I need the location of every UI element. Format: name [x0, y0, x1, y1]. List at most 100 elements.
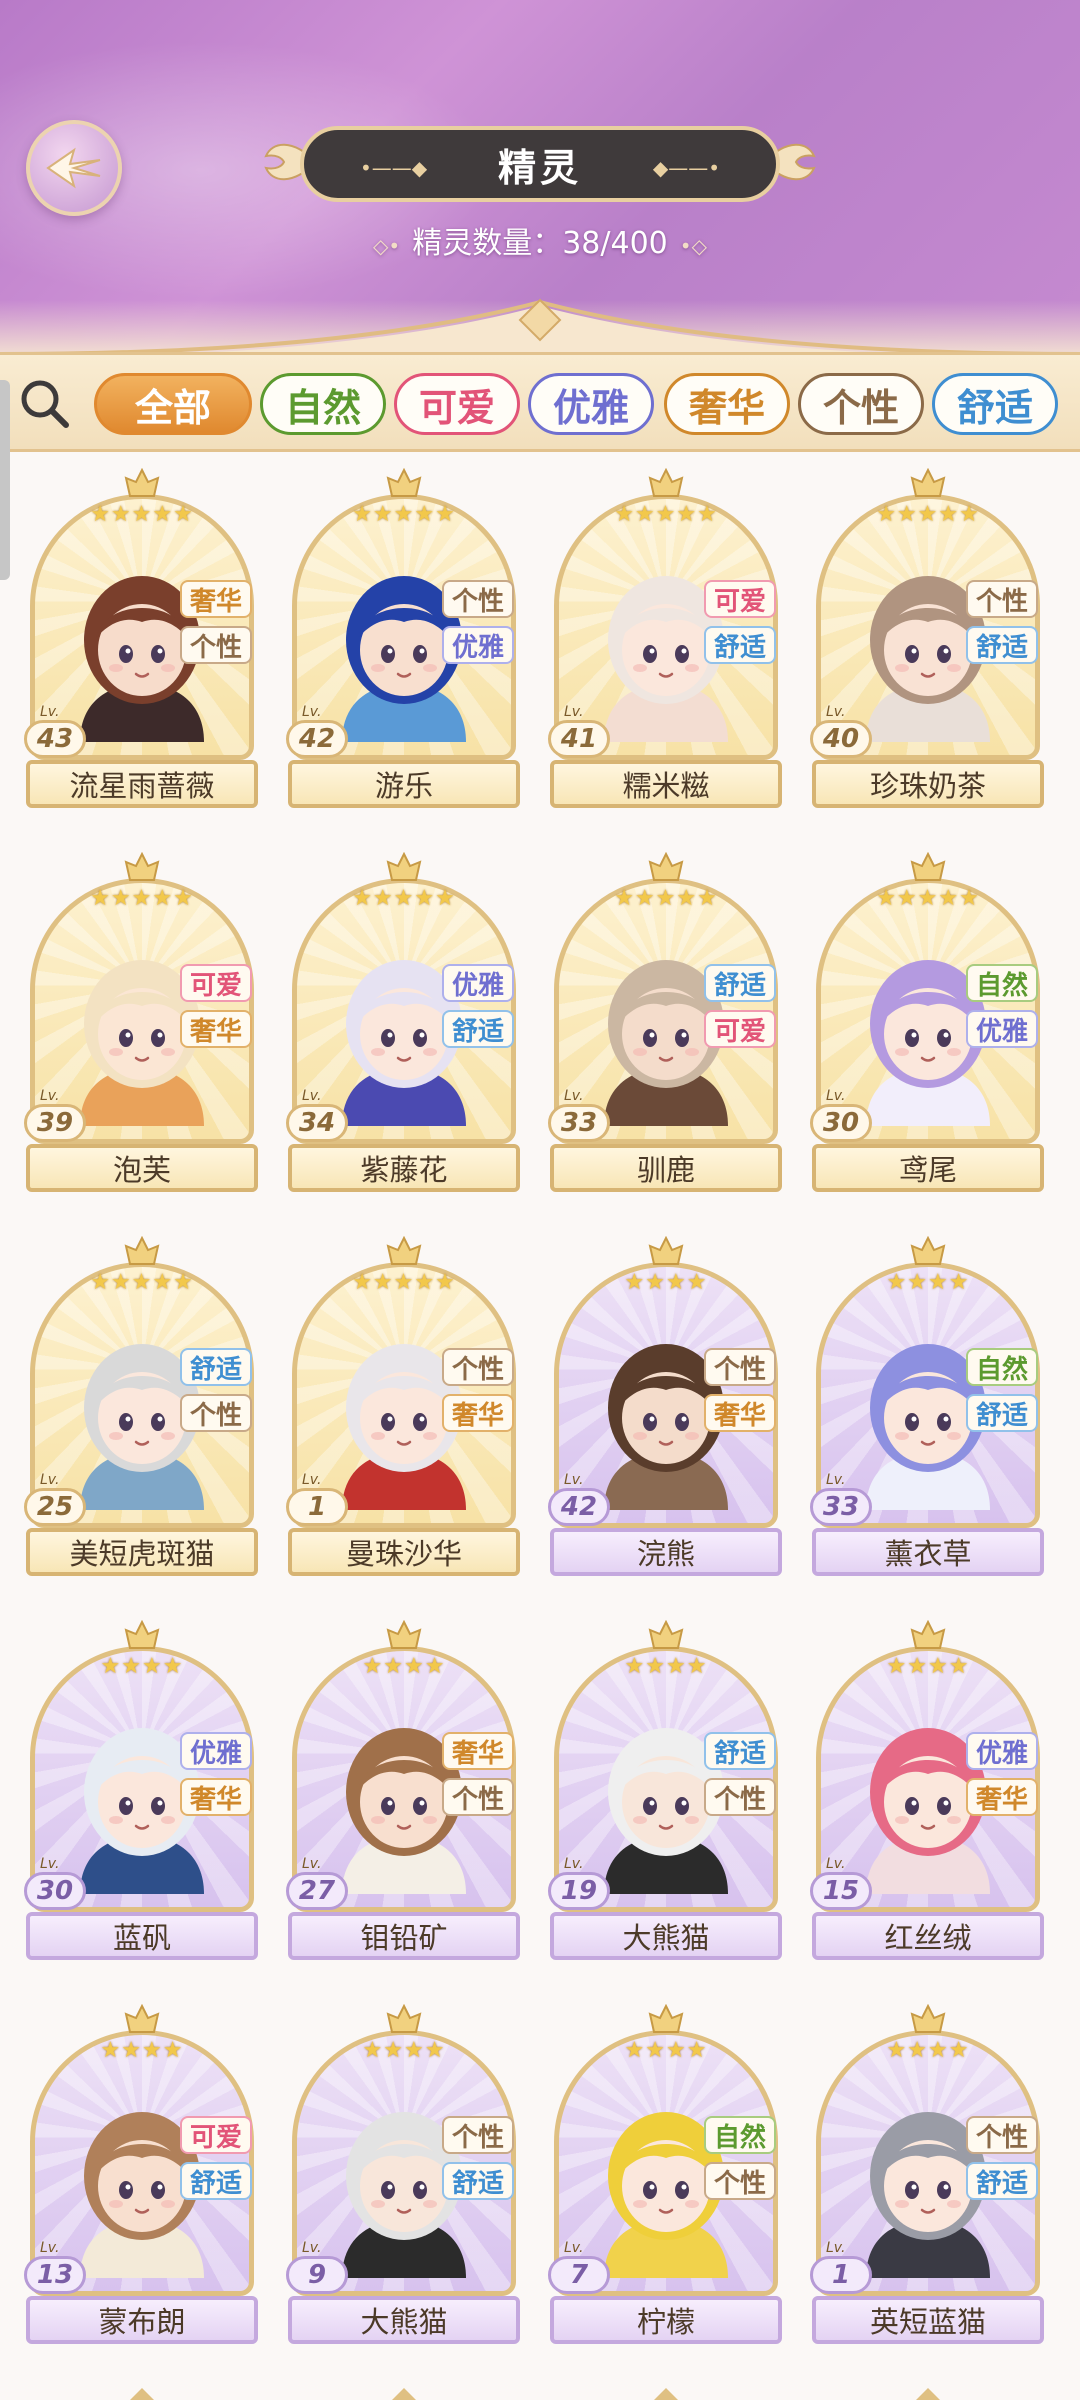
spirit-card[interactable]: ★★★★ 舒适 个性 Lv. 19 大熊猫	[548, 1620, 782, 1962]
style-tag: 优雅	[966, 1010, 1038, 1048]
style-tag: 舒适	[180, 1348, 252, 1386]
level-badge: 42	[548, 1488, 610, 1526]
spirit-name: 泡芙	[26, 1144, 258, 1192]
title-right-ornament: ◆——•	[652, 156, 720, 180]
spirit-name: 流星雨蔷薇	[26, 760, 258, 808]
level-prefix: Lv.	[302, 1088, 322, 1104]
style-tag: 舒适	[704, 964, 776, 1002]
spirit-card[interactable]: ★★★★★ 自然 优雅 Lv. 30 鸢尾	[810, 852, 1044, 1194]
level-badge: 33	[810, 1488, 872, 1526]
level-prefix: Lv.	[826, 2240, 846, 2256]
level-prefix: Lv.	[302, 2240, 322, 2256]
next-row-crowns	[130, 2388, 940, 2400]
style-tag: 舒适	[966, 2162, 1038, 2200]
spirit-card[interactable]: ★★★★ 可爱 舒适 Lv. 13 蒙布朗	[24, 2004, 258, 2346]
star-rating: ★★★★	[362, 2038, 446, 2063]
filter-chip[interactable]: 舒适	[932, 373, 1058, 435]
style-tag: 舒适	[442, 1010, 514, 1048]
style-tag: 个性	[704, 1348, 776, 1386]
star-rating: ★★★★★	[352, 1270, 456, 1295]
level-prefix: Lv.	[564, 704, 584, 720]
star-rating: ★★★★	[886, 1654, 970, 1679]
star-rating: ★★★★	[624, 1270, 708, 1295]
side-pull-tab[interactable]	[0, 380, 10, 580]
card-crown-icon	[910, 1236, 946, 1265]
spirit-card[interactable]: ★★★★ 个性 奢华 Lv. 42 浣熊	[548, 1236, 782, 1578]
spirit-card[interactable]: ★★★★ 自然 个性 Lv. 7 柠檬	[548, 2004, 782, 2346]
style-tag: 个性	[442, 580, 514, 618]
style-tag: 个性	[180, 1394, 252, 1432]
spirit-name: 浣熊	[550, 1528, 782, 1576]
style-tag: 奢华	[442, 1732, 514, 1770]
card-crown-icon	[648, 852, 684, 881]
spirit-card[interactable]: ★★★★★ 奢华 个性 Lv. 43 流星雨蔷薇	[24, 468, 258, 810]
back-button[interactable]	[26, 120, 122, 216]
spirit-card[interactable]: ★★★★★ 优雅 舒适 Lv. 34 紫藤花	[286, 852, 520, 1194]
level-badge: 43	[24, 720, 86, 758]
card-crown-icon	[124, 1620, 160, 1649]
level-prefix: Lv.	[302, 1856, 322, 1872]
star-rating: ★★★★★	[876, 502, 980, 527]
spirit-name: 游乐	[288, 760, 520, 808]
style-tag: 可爱	[704, 1010, 776, 1048]
search-button[interactable]	[14, 373, 74, 433]
level-badge: 25	[24, 1488, 86, 1526]
style-tag: 个性	[442, 1348, 514, 1386]
spirit-card[interactable]: ★★★★ 个性 舒适 Lv. 9 大熊猫	[286, 2004, 520, 2346]
card-crown-icon	[910, 852, 946, 881]
filter-chip[interactable]: 奢华	[664, 373, 790, 435]
count-right-ornament: •◇	[679, 234, 707, 258]
level-prefix: Lv.	[40, 704, 60, 720]
spirit-card[interactable]: ★★★★★ 个性 优雅 Lv. 42 游乐	[286, 468, 520, 810]
style-tag: 自然	[966, 964, 1038, 1002]
star-rating: ★★★★★	[90, 502, 194, 527]
level-badge: 30	[810, 1104, 872, 1142]
style-tag: 舒适	[966, 626, 1038, 664]
card-crown-icon	[386, 1620, 422, 1649]
card-crown-icon	[124, 2004, 160, 2033]
style-tag: 可爱	[180, 2116, 252, 2154]
filter-chip[interactable]: 优雅	[528, 373, 654, 435]
filter-chip[interactable]: 全部	[94, 373, 252, 435]
spirit-card[interactable]: ★★★★★ 舒适 可爱 Lv. 33 驯鹿	[548, 852, 782, 1194]
spirit-count: ◇• 精灵数量：38/400 •◇	[0, 218, 1080, 262]
star-rating: ★★★★★	[614, 502, 718, 527]
filter-bar: 全部 自然 可爱 优雅 奢华 个性 舒适	[0, 352, 1080, 452]
card-crown-icon	[648, 2004, 684, 2033]
filter-chip[interactable]: 个性	[798, 373, 924, 435]
style-tag: 自然	[704, 2116, 776, 2154]
spirit-card[interactable]: ★★★★ 自然 舒适 Lv. 33 薰衣草	[810, 1236, 1044, 1578]
level-prefix: Lv.	[826, 1088, 846, 1104]
level-prefix: Lv.	[826, 704, 846, 720]
style-tag: 优雅	[966, 1732, 1038, 1770]
level-prefix: Lv.	[302, 704, 322, 720]
level-prefix: Lv.	[564, 1856, 584, 1872]
style-tag: 优雅	[180, 1732, 252, 1770]
style-tag: 舒适	[704, 1732, 776, 1770]
spirit-card[interactable]: ★★★★ 优雅 奢华 Lv. 15 红丝绒	[810, 1620, 1044, 1962]
style-tag: 个性	[704, 1778, 776, 1816]
spirit-card[interactable]: ★★★★★ 个性 奢华 Lv. 1 曼珠沙华	[286, 1236, 520, 1578]
spirit-card[interactable]: ★★★★★ 舒适 个性 Lv. 25 美短虎斑猫	[24, 1236, 258, 1578]
spirit-card[interactable]: ★★★★★ 可爱 舒适 Lv. 41 糯米糍	[548, 468, 782, 810]
spirit-name: 英短蓝猫	[812, 2296, 1044, 2344]
level-badge: 1	[286, 1488, 348, 1526]
card-crown-icon	[124, 852, 160, 881]
level-badge: 42	[286, 720, 348, 758]
filter-chip[interactable]: 自然	[260, 373, 386, 435]
spirit-card[interactable]: ★★★★★ 个性 舒适 Lv. 40 珍珠奶茶	[810, 468, 1044, 810]
spirit-card[interactable]: ★★★★ 优雅 奢华 Lv. 30 蓝矾	[24, 1620, 258, 1962]
filter-chip[interactable]: 可爱	[394, 373, 520, 435]
level-badge: 40	[810, 720, 872, 758]
spirit-name: 蒙布朗	[26, 2296, 258, 2344]
style-tag: 个性	[442, 2116, 514, 2154]
style-tag: 个性	[180, 626, 252, 664]
level-prefix: Lv.	[40, 1088, 60, 1104]
star-rating: ★★★★★	[876, 886, 980, 911]
card-crown-icon	[648, 468, 684, 497]
style-tag: 奢华	[180, 1010, 252, 1048]
level-prefix: Lv.	[564, 1088, 584, 1104]
spirit-card[interactable]: ★★★★ 个性 舒适 Lv. 1 英短蓝猫	[810, 2004, 1044, 2346]
spirit-card[interactable]: ★★★★★ 可爱 奢华 Lv. 39 泡芙	[24, 852, 258, 1194]
spirit-card[interactable]: ★★★★ 奢华 个性 Lv. 27 钼铅矿	[286, 1620, 520, 1962]
